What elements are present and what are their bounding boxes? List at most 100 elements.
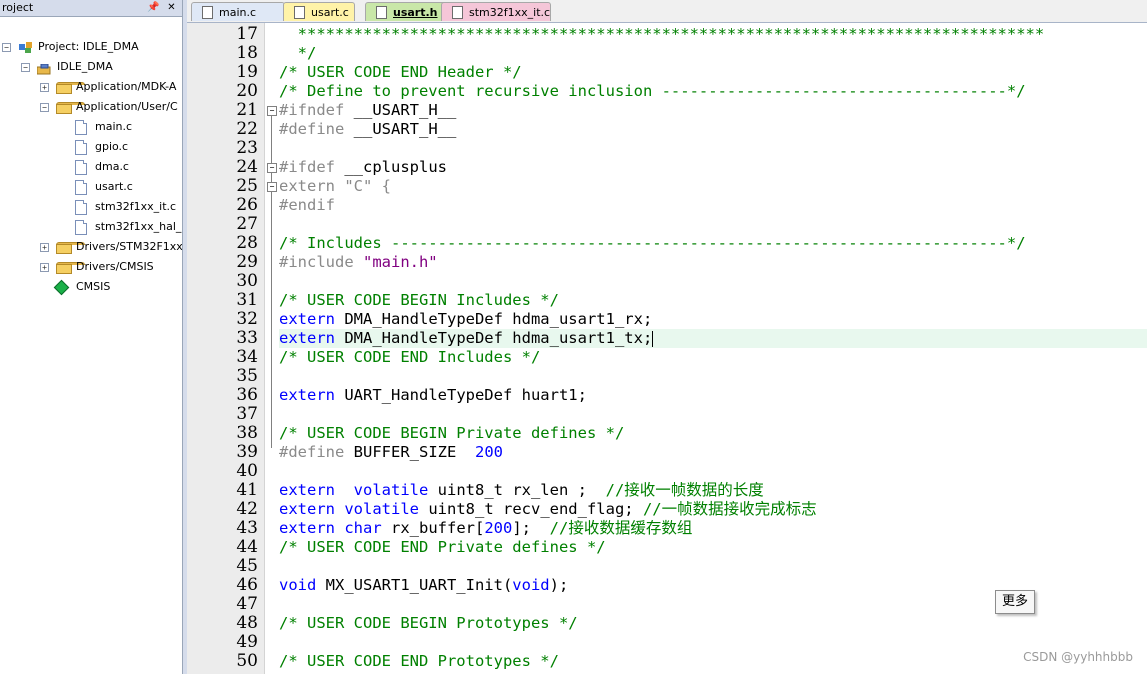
code-line[interactable]: #define BUFFER_SIZE 200 (279, 443, 503, 462)
code-line[interactable]: /* USER CODE END Private defines */ (279, 538, 606, 557)
code-line[interactable]: /* USER CODE BEGIN Private defines */ (279, 424, 624, 443)
code-line[interactable]: #define __USART_H__ (279, 120, 456, 139)
code-line[interactable]: void MX_USART1_UART_Init(void); (279, 576, 568, 595)
code-line[interactable]: extern DMA_HandleTypeDef hdma_usart1_tx; (279, 329, 654, 348)
code-line[interactable]: */ (279, 44, 317, 63)
code-token: #endif (279, 196, 335, 214)
file-icon (202, 6, 213, 19)
expand-icon[interactable]: + (40, 243, 49, 252)
code-line[interactable]: extern volatile uint8_t recv_end_flag; /… (279, 500, 817, 519)
tree-item[interactable]: main.c (0, 117, 182, 137)
code-token: #ifdef (279, 158, 335, 176)
tree-item[interactable]: − Application/User/C (0, 97, 182, 117)
line-number: 22 (236, 119, 258, 139)
code-token: /* Includes ----------------------------… (279, 234, 1026, 252)
code-token: DMA_HandleTypeDef hdma_usart1_rx; (335, 310, 653, 328)
tree-item[interactable]: gpio.c (0, 137, 182, 157)
line-number: 43 (236, 518, 258, 538)
code-line[interactable]: ****************************************… (279, 25, 1045, 44)
folder-icon (56, 242, 85, 254)
tree-item[interactable]: CMSIS (0, 277, 182, 297)
code-line[interactable]: /* USER CODE BEGIN Includes */ (279, 291, 559, 310)
tree-item-label: Drivers/STM32F1xx_ (76, 240, 183, 253)
code-line[interactable]: #ifndef __USART_H__ (279, 101, 456, 120)
more-tooltip[interactable]: 更多 (995, 590, 1036, 614)
tree-item-label: stm32f1xx_hal_r (95, 220, 183, 233)
tab-main-c[interactable]: main.c (191, 2, 285, 21)
code-token: /* Define to prevent recursive inclusion… (279, 82, 1026, 100)
folder-icon (56, 102, 85, 114)
line-number: 34 (236, 347, 258, 367)
tree-item-label: Application/User/C (76, 100, 178, 113)
tree-item-label: main.c (95, 120, 133, 133)
code-token: char (344, 519, 382, 537)
code-line[interactable]: /* Includes ----------------------------… (279, 234, 1026, 253)
code-token: extern (279, 386, 335, 404)
code-line[interactable]: extern DMA_HandleTypeDef hdma_usart1_rx; (279, 310, 652, 329)
tab-stm32f1xx_it-c[interactable]: stm32f1xx_it.c (441, 2, 551, 21)
code-line[interactable]: #endif (279, 196, 335, 215)
project-icon (18, 41, 32, 53)
file-icon (75, 220, 87, 235)
code-token: rx_buffer[ (381, 519, 485, 537)
code-line[interactable]: /* Define to prevent recursive inclusion… (279, 82, 1026, 101)
code-token: /* USER CODE END Prototypes */ (279, 652, 559, 670)
code-token: #include (279, 253, 354, 271)
collapse-icon[interactable]: − (40, 103, 49, 112)
expand-icon[interactable]: + (40, 83, 49, 92)
code-line[interactable]: extern "C" { (279, 177, 391, 196)
tree-item[interactable]: usart.c (0, 177, 182, 197)
line-number: 46 (236, 575, 258, 595)
pin-icon[interactable]: 📌 (147, 1, 160, 14)
project-panel: roject 📌 ✕ − Project: IDLE_DMA − IDLE_DMA + A… (0, 0, 183, 674)
code-line[interactable]: #include "main.h" (279, 253, 438, 272)
file-icon (75, 200, 87, 215)
tab-label: usart.h (393, 6, 438, 19)
code-token: #ifndef (279, 101, 345, 119)
file-icon (452, 6, 463, 19)
line-number: 33 (236, 328, 258, 348)
code-line[interactable]: /* USER CODE END Includes */ (279, 348, 540, 367)
code-token: volatile (353, 481, 429, 499)
tab-usart-c[interactable]: usart.c (283, 2, 355, 21)
code-line[interactable]: extern UART_HandleTypeDef huart1; (279, 386, 587, 405)
tree-item[interactable]: − Project: IDLE_DMA (0, 37, 182, 57)
close-icon[interactable]: ✕ (165, 1, 178, 14)
collapse-icon[interactable]: − (2, 43, 11, 52)
tree-item-label: dma.c (95, 160, 129, 173)
tab-label: usart.c (311, 6, 349, 19)
line-number: 45 (236, 556, 258, 576)
target-icon (36, 62, 51, 75)
code-line[interactable]: #ifdef __cplusplus (279, 158, 447, 177)
code-token: ]; (512, 519, 550, 537)
expand-icon[interactable]: + (40, 263, 49, 272)
tree-item[interactable]: + Drivers/STM32F1xx_ (0, 237, 182, 257)
tree-item[interactable]: − IDLE_DMA (0, 57, 182, 77)
code-token: void (279, 576, 317, 594)
code-line[interactable]: extern char rx_buffer[200]; //接收数据缓存数组 (279, 519, 692, 538)
tree-item-label: CMSIS (76, 280, 111, 293)
tree-item[interactable]: stm32f1xx_hal_r (0, 217, 182, 237)
code-line[interactable]: /* USER CODE BEGIN Prototypes */ (279, 614, 578, 633)
tree-item[interactable]: + Application/MDK-A (0, 77, 182, 97)
tree-item[interactable]: dma.c (0, 157, 182, 177)
tree-item[interactable]: stm32f1xx_it.c (0, 197, 182, 217)
tab-usart-h[interactable]: usart.h (365, 2, 449, 21)
diamond-icon (53, 279, 70, 296)
project-panel-title: roject (2, 1, 34, 14)
code-line[interactable]: /* USER CODE END Prototypes */ (279, 652, 559, 671)
fold-column: − − − (265, 23, 279, 674)
tree-item[interactable]: + Drivers/CMSIS (0, 257, 182, 277)
code-line[interactable]: extern volatile uint8_t rx_len ; //接收一帧数… (279, 481, 764, 500)
line-number: 28 (236, 233, 258, 253)
fold-toggle-icon[interactable]: − (267, 163, 277, 173)
code-line[interactable]: /* USER CODE END Header */ (279, 63, 522, 82)
code-token: void (512, 576, 550, 594)
fold-toggle-icon[interactable]: − (267, 182, 277, 192)
tab-label: main.c (219, 6, 257, 19)
collapse-icon[interactable]: − (21, 63, 30, 72)
fold-toggle-icon[interactable]: − (267, 106, 277, 116)
code-token: uint8_t rx_len ; (428, 481, 606, 499)
line-number: 40 (236, 461, 258, 481)
